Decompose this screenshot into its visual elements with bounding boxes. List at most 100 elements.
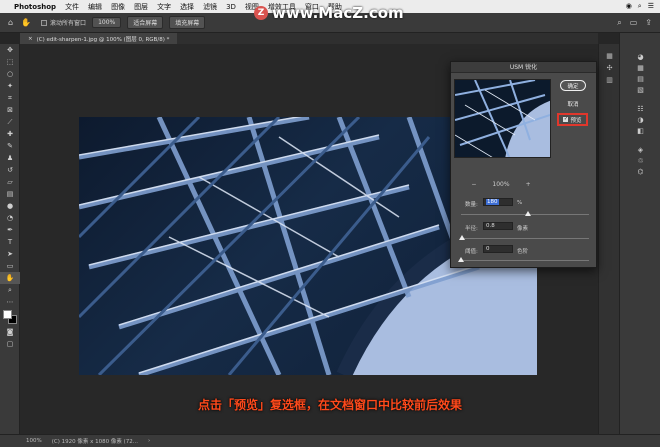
fill-screen-button[interactable]: 填充屏幕 — [169, 16, 206, 29]
workspace-icon[interactable]: ▭ — [630, 18, 638, 28]
threshold-unit: 色阶 — [517, 249, 529, 255]
user-icon[interactable]: ◉ — [626, 2, 632, 11]
menu-3d[interactable]: 3D — [226, 3, 236, 11]
share-icon[interactable]: ⇪ — [645, 18, 652, 28]
preview-checkbox-checked-icon[interactable]: ✓ — [563, 117, 569, 122]
patterns-panel-icon[interactable]: ▧ — [620, 84, 660, 95]
watermark-logo: Z — [254, 6, 268, 20]
control-center-icon[interactable]: ☰ — [648, 2, 654, 11]
move-tool-icon[interactable]: ✥ — [0, 44, 20, 56]
document-tab-bar: × (C) edit-sharpen-1.jpg @ 100% (图层 0, R… — [20, 33, 598, 44]
screen-mode-icon[interactable]: ▢ — [0, 338, 20, 350]
document-tab[interactable]: × (C) edit-sharpen-1.jpg @ 100% (图层 0, R… — [20, 33, 178, 44]
scroll-all-windows-checkbox[interactable]: 滚动所有窗口 — [41, 18, 86, 27]
search-icon[interactable]: ⌕ — [617, 18, 621, 28]
preview-checkbox[interactable]: ✓ 预览 — [557, 113, 588, 126]
color-panel-icon[interactable]: ◕ — [620, 51, 660, 62]
magic-wand-icon[interactable]: ✦ — [0, 80, 20, 92]
search-icon[interactable]: ⌕ — [638, 2, 642, 11]
tutorial-caption: 点击「预览」复选框，在文档窗口中比较前后效果 — [197, 398, 462, 412]
stamp-tool-icon[interactable]: ♟ — [0, 152, 20, 164]
frame-tool-icon[interactable]: ⊠ — [0, 104, 20, 116]
status-document-info: (C) 1920 像素 x 1080 像素 (72... — [51, 439, 138, 445]
quick-mask-icon[interactable]: ◙ — [0, 326, 20, 338]
status-arrow-icon[interactable]: › — [148, 438, 150, 444]
menu-file[interactable]: 文件 — [65, 2, 79, 12]
menu-select[interactable]: 选择 — [180, 2, 194, 12]
zoom-100-button[interactable]: 100% — [92, 17, 122, 28]
menu-type[interactable]: 文字 — [157, 2, 171, 12]
hand-tool-icon[interactable]: ✋ — [0, 272, 20, 284]
libraries-panel-icon[interactable]: ◑ — [620, 114, 660, 125]
preview-image — [455, 80, 550, 157]
paths-panel-icon[interactable]: ⌬ — [620, 166, 660, 177]
menu-edit[interactable]: 编辑 — [88, 2, 102, 12]
pen-tool-icon[interactable]: ✒ — [0, 224, 20, 236]
adjustments-panel-icon[interactable]: ☷ — [620, 103, 660, 114]
amount-unit: % — [517, 200, 523, 206]
radius-slider-thumb[interactable] — [459, 235, 466, 240]
dialog-title: USM 锐化 — [451, 62, 596, 73]
preview-checkbox-label: 预览 — [570, 117, 582, 124]
unsharp-mask-dialog: USM 锐化 确定 取消 ✓ 预览 − 100% + 数量: 180 % 半径:… — [450, 61, 597, 268]
zoom-tool-icon[interactable]: ⌕ — [0, 284, 20, 296]
rectangle-tool-icon[interactable]: ▭ — [0, 260, 20, 272]
checkbox-box[interactable] — [41, 19, 48, 26]
crop-tool-icon[interactable]: ⌗ — [0, 92, 20, 104]
tools-panel: ✥ ⬚ ○ ✦ ⌗ ⊠ ⟋ ✚ ✎ ♟ ↺ ▱ ▤ ● ◔ ✒ T ➤ ▭ ✋ … — [0, 44, 20, 434]
radius-slider-track[interactable] — [459, 235, 589, 240]
status-zoom: 100% — [26, 438, 42, 444]
radius-unit: 像素 — [517, 226, 529, 232]
watermark: Z www.MacZ.com — [254, 4, 404, 22]
gradients-panel-icon[interactable]: ▤ — [620, 73, 660, 84]
amount-slider-track[interactable] — [461, 211, 589, 216]
layers-panel-icon[interactable]: ◈ — [620, 144, 660, 155]
channels-panel-icon[interactable]: ♲ — [620, 155, 660, 166]
healing-brush-icon[interactable]: ✚ — [0, 128, 20, 140]
hand-tool-icon[interactable]: ✋ — [21, 18, 31, 27]
history-brush-icon[interactable]: ↺ — [0, 164, 20, 176]
menu-filter[interactable]: 滤镜 — [203, 2, 217, 12]
fit-screen-button[interactable]: 适合屏幕 — [127, 16, 164, 29]
dodge-tool-icon[interactable]: ◔ — [0, 212, 20, 224]
gradient-tool-icon[interactable]: ▤ — [0, 188, 20, 200]
history-panel-icon[interactable]: ▦ — [599, 50, 620, 62]
amount-slider-thumb[interactable] — [524, 211, 531, 216]
color-swatches[interactable] — [0, 308, 20, 326]
swatches-panel-icon[interactable]: ▦ — [620, 62, 660, 73]
more-tools-icon[interactable]: ⋯ — [0, 296, 20, 308]
eraser-icon[interactable]: ▱ — [0, 176, 20, 188]
panels-dock: ◕ ▦ ▤ ▧ ☷ ◑ ◧ ◈ ♲ ⌬ — [619, 33, 660, 434]
radius-input[interactable]: 0.8 — [483, 222, 513, 230]
threshold-label: 阈值: — [465, 249, 478, 255]
threshold-slider-track[interactable] — [458, 257, 589, 262]
zoom-in-icon[interactable]: + — [526, 181, 531, 188]
lasso-tool-icon[interactable]: ○ — [0, 68, 20, 80]
styles-panel-icon[interactable]: ◧ — [620, 125, 660, 136]
ok-button[interactable]: 确定 — [560, 80, 586, 91]
path-select-icon[interactable]: ➤ — [0, 248, 20, 260]
menu-image[interactable]: 图像 — [111, 2, 125, 12]
zoom-out-icon[interactable]: − — [471, 181, 476, 188]
type-tool-icon[interactable]: T — [0, 236, 20, 248]
document-tab-title: (C) edit-sharpen-1.jpg @ 100% (图层 0, RGB… — [36, 36, 170, 43]
amount-input[interactable]: 180 — [483, 198, 513, 206]
eyedropper-icon[interactable]: ⟋ — [0, 116, 20, 128]
threshold-input[interactable]: 0 — [483, 245, 513, 253]
status-bar: 100% (C) 1920 像素 x 1080 像素 (72... › — [0, 434, 660, 447]
marquee-tool-icon[interactable]: ⬚ — [0, 56, 20, 68]
amount-label: 数量: — [465, 202, 478, 208]
brush-tool-icon[interactable]: ✎ — [0, 140, 20, 152]
dialog-preview-thumbnail[interactable] — [454, 79, 551, 158]
properties-panel-icon[interactable]: ✣ — [599, 62, 620, 74]
blur-tool-icon[interactable]: ● — [0, 200, 20, 212]
tab-close-icon[interactable]: × — [28, 36, 33, 42]
radius-label: 半径: — [465, 226, 478, 232]
threshold-slider-thumb[interactable] — [458, 257, 464, 262]
menu-layer[interactable]: 图层 — [134, 2, 148, 12]
home-icon[interactable]: ⌂ — [8, 18, 13, 27]
brush-settings-icon[interactable]: ▥ — [599, 74, 620, 86]
menu-app-name[interactable]: Photoshop — [14, 3, 56, 11]
foreground-color[interactable] — [3, 310, 12, 319]
cancel-button[interactable]: 取消 — [560, 98, 586, 109]
